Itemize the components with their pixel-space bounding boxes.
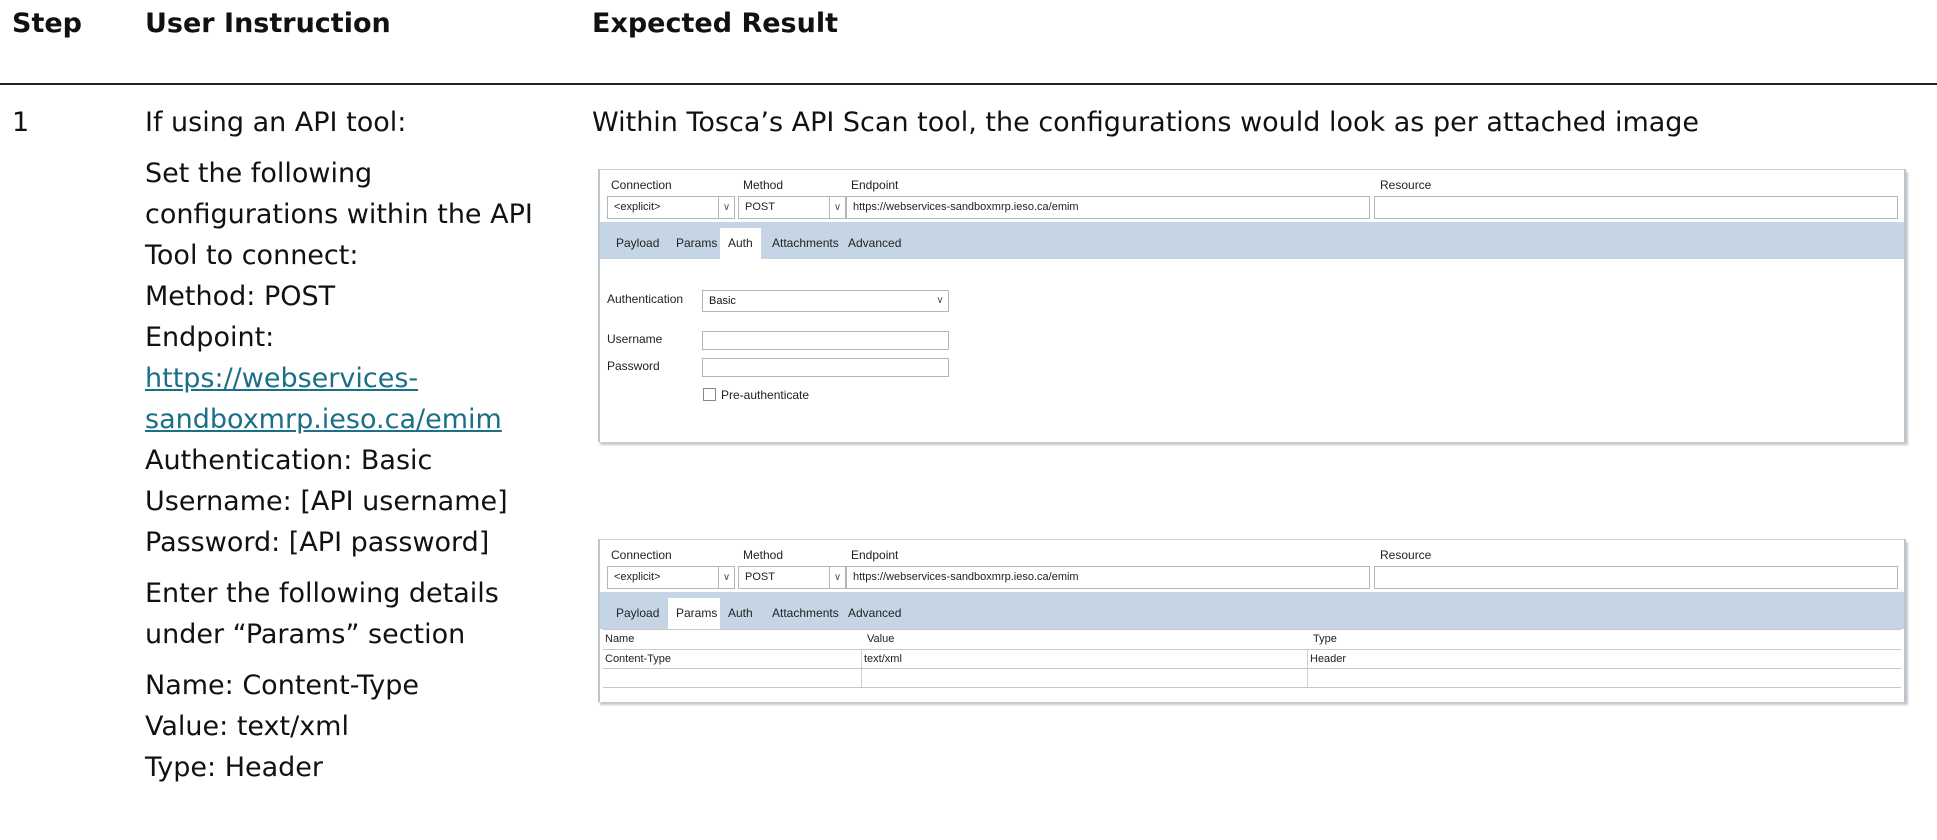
column-header-type: Type xyxy=(1313,633,1337,645)
instruction-line: Enter the following details xyxy=(145,578,499,609)
tosca-params-panel: Connection Method Endpoint Resource <exp… xyxy=(598,539,1906,702)
param-name-cell[interactable]: Content-Type xyxy=(603,650,861,668)
chevron-down-icon: ∨ xyxy=(829,197,845,218)
connection-label: Connection xyxy=(611,178,672,192)
chevron-down-icon: ∨ xyxy=(718,567,734,588)
expected-result-text: Within Tosca’s API Scan tool, the config… xyxy=(592,107,1700,138)
method-label: Method xyxy=(743,548,784,562)
table-row[interactable] xyxy=(603,669,1901,688)
instruction-line: Set the following xyxy=(145,158,373,189)
user-instruction-cell: If using an API tool: Set the following … xyxy=(145,102,545,788)
chevron-down-icon: ∨ xyxy=(829,567,845,588)
username-input[interactable] xyxy=(702,331,949,350)
method-label: Method xyxy=(743,178,784,192)
instruction-line: Value: text/xml xyxy=(145,711,349,742)
tab-payload[interactable]: Payload xyxy=(608,598,668,629)
table-row[interactable]: Content-Type text/xml Header xyxy=(603,650,1901,669)
authentication-select[interactable]: Basic ∨ xyxy=(702,290,949,312)
instruction-line: under “Params” section xyxy=(145,619,466,650)
empty-cell[interactable] xyxy=(1307,669,1901,687)
tab-attachments[interactable]: Attachments xyxy=(764,228,847,259)
tab-auth[interactable]: Auth xyxy=(720,598,761,629)
tab-advanced[interactable]: Advanced xyxy=(840,228,910,259)
params-content: Name Value Type Content-Type text/xml He… xyxy=(600,629,1904,702)
column-header-name: Name xyxy=(605,633,635,645)
username-label: Username xyxy=(607,332,663,346)
tab-bar: Payload Params Auth Attachments Advanced xyxy=(600,592,1904,629)
instruction-line: Name: Content-Type xyxy=(145,670,419,701)
connection-value: <explicit> xyxy=(614,571,661,583)
endpoint-label: Endpoint xyxy=(851,178,899,192)
connection-select[interactable]: <explicit> ∨ xyxy=(607,566,735,589)
endpoint-link[interactable]: https://webservices- xyxy=(145,363,418,394)
tab-auth[interactable]: Auth xyxy=(720,228,761,259)
empty-cell[interactable] xyxy=(603,669,861,687)
header-expected-result: Expected Result xyxy=(592,8,839,39)
header-divider xyxy=(0,83,1937,85)
instruction-line: Authentication: Basic xyxy=(145,445,433,476)
method-select[interactable]: POST ∨ xyxy=(738,566,846,589)
method-select[interactable]: POST ∨ xyxy=(738,196,846,219)
resource-input[interactable] xyxy=(1374,196,1898,219)
header-step: Step xyxy=(12,8,82,39)
column-header-value: Value xyxy=(867,633,895,645)
endpoint-label: Endpoint xyxy=(851,548,899,562)
tab-attachments[interactable]: Attachments xyxy=(764,598,847,629)
endpoint-value: https://webservices-sandboxmrp.ieso.ca/e… xyxy=(853,571,1079,583)
params-grid: Name Value Type Content-Type text/xml He… xyxy=(603,629,1901,688)
endpoint-value: https://webservices-sandboxmrp.ieso.ca/e… xyxy=(853,201,1079,213)
resource-label: Resource xyxy=(1380,178,1432,192)
resource-label: Resource xyxy=(1380,548,1432,562)
chevron-down-icon: ∨ xyxy=(936,295,944,306)
authentication-label: Authentication xyxy=(607,292,684,306)
connection-value: <explicit> xyxy=(614,201,661,213)
tab-payload[interactable]: Payload xyxy=(608,228,668,259)
authentication-value: Basic xyxy=(709,295,736,307)
tab-bar: Payload Params Auth Attachments Advanced xyxy=(600,222,1904,259)
param-value-cell[interactable]: text/xml xyxy=(861,650,1307,668)
tab-params[interactable]: Params xyxy=(668,228,726,259)
instruction-line: Username: [API username] xyxy=(145,486,508,517)
method-value: POST xyxy=(745,201,775,213)
instruction-intro: If using an API tool: xyxy=(145,107,407,138)
tosca-auth-panel: Connection Method Endpoint Resource <exp… xyxy=(598,169,1906,442)
password-input[interactable] xyxy=(702,358,949,377)
method-value: POST xyxy=(745,571,775,583)
tab-params[interactable]: Params xyxy=(668,598,726,629)
params-header-row: Name Value Type xyxy=(603,629,1901,650)
preauthenticate-checkbox[interactable] xyxy=(703,388,716,401)
header-user-instruction: User Instruction xyxy=(145,8,391,39)
endpoint-input[interactable]: https://webservices-sandboxmrp.ieso.ca/e… xyxy=(846,196,1370,219)
password-label: Password xyxy=(607,359,660,373)
resource-input[interactable] xyxy=(1374,566,1898,589)
step-number: 1 xyxy=(12,107,30,138)
instruction-line: Password: [API password] xyxy=(145,527,490,558)
tab-advanced[interactable]: Advanced xyxy=(840,598,910,629)
instruction-line: configurations within the API xyxy=(145,199,533,230)
endpoint-link[interactable]: sandboxmrp.ieso.ca/emim xyxy=(145,404,502,435)
instruction-line: Tool to connect: xyxy=(145,240,359,271)
instruction-line: Endpoint: xyxy=(145,322,275,353)
instruction-line: Type: Header xyxy=(145,752,324,783)
auth-content: Authentication Basic ∨ Username Password… xyxy=(600,259,1904,442)
preauthenticate-label: Pre-authenticate xyxy=(721,388,810,402)
connection-select[interactable]: <explicit> ∨ xyxy=(607,196,735,219)
chevron-down-icon: ∨ xyxy=(718,197,734,218)
endpoint-input[interactable]: https://webservices-sandboxmrp.ieso.ca/e… xyxy=(846,566,1370,589)
connection-label: Connection xyxy=(611,548,672,562)
param-type-cell[interactable]: Header xyxy=(1307,650,1901,668)
instruction-line: Method: POST xyxy=(145,281,336,312)
empty-cell[interactable] xyxy=(861,669,1307,687)
